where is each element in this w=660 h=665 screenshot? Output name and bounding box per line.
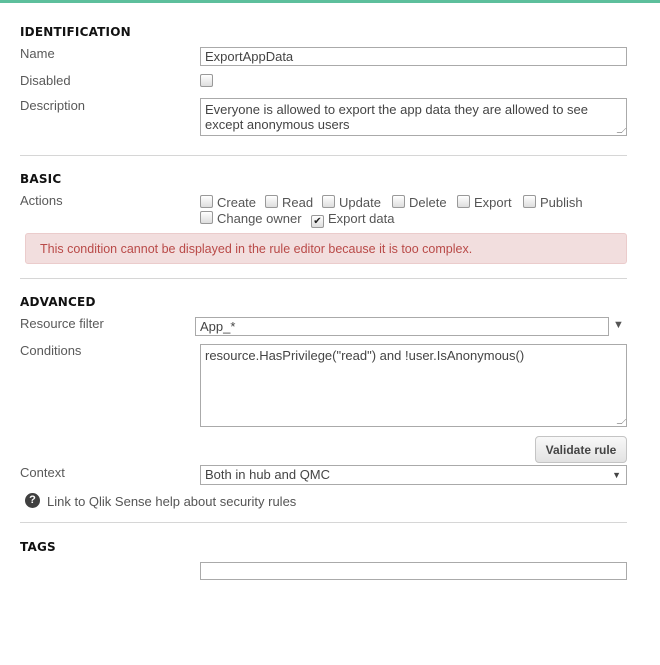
action-export-data[interactable]: ✔ Export data (311, 211, 395, 228)
action-create[interactable]: Create (200, 195, 256, 210)
checkbox[interactable] (523, 195, 536, 208)
actions-label: Actions (20, 193, 63, 208)
identification-heading: IDENTIFICATION (20, 25, 131, 39)
checkbox[interactable] (457, 195, 470, 208)
divider (20, 278, 627, 279)
context-value: Both in hub and QMC (205, 467, 331, 482)
name-input[interactable]: ExportAppData (200, 47, 627, 66)
checkbox[interactable] (392, 195, 405, 208)
description-label: Description (20, 98, 86, 113)
action-label: Delete (409, 195, 447, 210)
action-label: Read (282, 195, 314, 210)
context-label: Context (20, 465, 65, 480)
action-label: Publish (540, 195, 583, 210)
dropdown-triangle-icon[interactable]: ▼ (613, 319, 624, 331)
basic-heading: BASIC (20, 172, 62, 186)
checkbox[interactable] (265, 195, 278, 208)
advanced-heading: ADVANCED (20, 295, 96, 309)
error-alert: This condition cannot be displayed in th… (25, 233, 627, 264)
resize-grip-icon[interactable] (616, 128, 627, 133)
action-label: Export data (328, 211, 395, 226)
validate-rule-button[interactable]: Validate rule (535, 436, 627, 463)
divider (20, 522, 627, 523)
action-update[interactable]: Update (322, 195, 381, 210)
chevron-down-icon: ▼ (612, 470, 621, 480)
divider (20, 155, 627, 156)
action-label: Export (474, 195, 512, 210)
checkbox[interactable] (200, 195, 213, 208)
resource-filter-input[interactable]: App_* (195, 317, 609, 336)
help-icon: ? (25, 493, 40, 508)
action-publish[interactable]: Publish (523, 195, 583, 210)
action-label: Create (217, 195, 257, 210)
context-select[interactable]: Both in hub and QMC ▼ (200, 465, 627, 485)
disabled-checkbox[interactable] (200, 74, 213, 87)
checkbox[interactable] (200, 211, 213, 224)
top-accent-bar (0, 0, 660, 3)
tags-input[interactable] (200, 562, 627, 580)
action-read[interactable]: Read (265, 195, 313, 210)
conditions-label: Conditions (20, 343, 82, 358)
description-textarea[interactable]: Everyone is allowed to export the app da… (200, 98, 627, 136)
resize-grip-icon[interactable] (616, 419, 627, 424)
action-export[interactable]: Export (457, 195, 512, 210)
checkbox-checked[interactable]: ✔ (311, 215, 324, 228)
checkbox[interactable] (322, 195, 335, 208)
action-change-owner[interactable]: Change owner (200, 211, 302, 226)
help-link[interactable]: Link to Qlik Sense help about security r… (47, 494, 296, 509)
name-label: Name (20, 46, 55, 61)
conditions-text: resource.HasPrivilege("read") and !user.… (205, 348, 525, 363)
disabled-label: Disabled (20, 73, 71, 88)
action-label: Change owner (217, 211, 302, 226)
tags-heading: TAGS (20, 540, 56, 554)
description-text: Everyone is allowed to export the app da… (205, 102, 589, 132)
conditions-textarea[interactable]: resource.HasPrivilege("read") and !user.… (200, 344, 627, 427)
action-label: Update (339, 195, 381, 210)
resource-filter-label: Resource filter (20, 316, 104, 331)
action-delete[interactable]: Delete (392, 195, 447, 210)
